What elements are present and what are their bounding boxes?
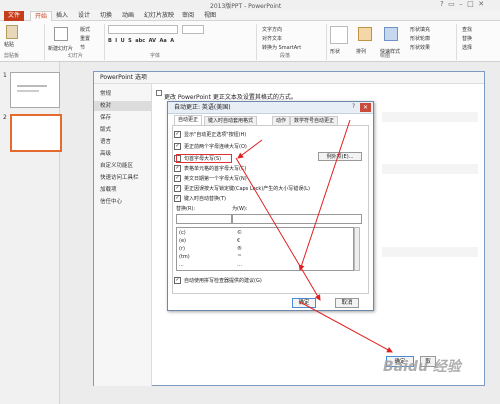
annotation-arrow — [298, 119, 351, 271]
annotation-arrows — [235, 119, 393, 353]
watermark: Baidu 经验 — [383, 359, 461, 375]
annotation-arrow — [237, 139, 263, 159]
annotation-arrow — [299, 301, 393, 353]
annotation-arrow — [235, 157, 321, 301]
